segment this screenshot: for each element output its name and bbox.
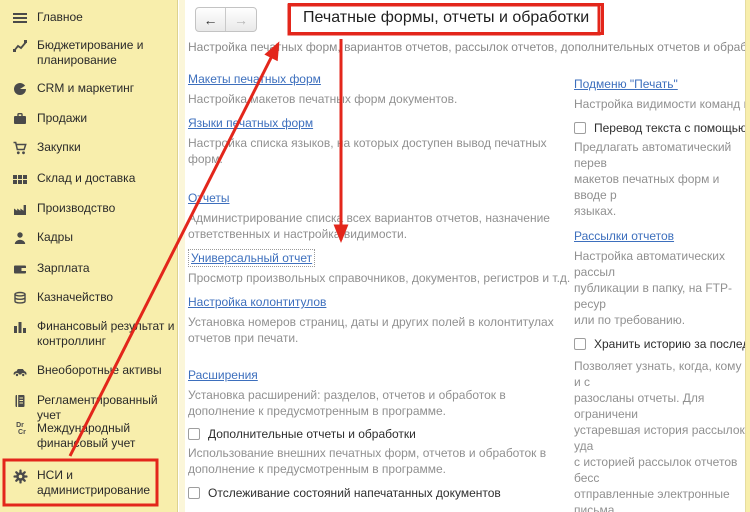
forward-icon: →: [234, 12, 248, 28]
back-icon: ←: [204, 12, 218, 28]
sidebar-item-production[interactable]: Производство: [0, 201, 178, 216]
wallet-icon: [11, 262, 29, 276]
desc-reports: Администрирование списка всех вариантов …: [188, 210, 574, 242]
sidebar-item-hr[interactable]: Кадры: [0, 230, 178, 245]
checkbox-label: Хранить историю за последние: [594, 336, 750, 352]
desc-print-submenu: Настройка видимости команд печа: [574, 96, 750, 112]
checkbox-box[interactable]: [574, 122, 586, 134]
sidebar-item-label: CRM и маркетинг: [37, 81, 134, 96]
main-content: ← → Печатные формы, отчеты и обработки Н…: [185, 0, 750, 512]
page-title: Печатные формы, отчеты и обработки: [303, 9, 589, 27]
checkbox-label: Отслеживание состояний напечатанных доку…: [208, 485, 501, 501]
bar-chart-icon: [11, 320, 29, 334]
app-window: Главное Бюджетирование и планирование CR…: [0, 0, 750, 512]
sidebar-item-label: Главное: [37, 10, 83, 25]
checkbox-label: Перевод текста с помощью: [594, 120, 747, 136]
checkbox-additional-reports[interactable]: Дополнительные отчеты и обработки: [188, 426, 574, 442]
title-highlight-box: Печатные формы, отчеты и обработки: [288, 3, 604, 35]
briefcase-icon: [11, 112, 29, 126]
link-universal-report[interactable]: Универсальный отчет: [188, 249, 315, 267]
left-column: Макеты печатных форм Настройка макетов п…: [188, 64, 574, 512]
sidebar-item-label: Продажи: [37, 111, 87, 126]
link-extensions[interactable]: Расширения: [188, 367, 258, 383]
checkbox-text-translation[interactable]: Перевод текста с помощью Я: [574, 120, 750, 136]
sidebar-item-sales[interactable]: Продажи: [0, 111, 178, 126]
drcr-icon: Dr Cr: [11, 422, 29, 436]
sidebar-item-regulated[interactable]: Регламентированный учет: [0, 393, 178, 423]
sidebar-item-label: Производство: [37, 201, 115, 216]
desc-text-translation: Предлагать автоматический перев макетов …: [574, 139, 750, 219]
sidebar-item-finresult[interactable]: Финансовый результат и контроллинг: [0, 319, 178, 349]
checkbox-box[interactable]: [574, 338, 586, 350]
sidebar-item-assets[interactable]: Внеоборотные активы: [0, 363, 178, 378]
checkbox-printed-doc-tracking[interactable]: Отслеживание состояний напечатанных доку…: [188, 485, 574, 501]
gear-icon: [11, 469, 29, 484]
link-print-form-layouts[interactable]: Макеты печатных форм: [188, 71, 321, 87]
sidebar-item-label: Финансовый результат и контроллинг: [37, 319, 174, 349]
section-sidebar: Главное Бюджетирование и планирование CR…: [0, 0, 178, 512]
menu-icon: [11, 11, 29, 25]
car-icon: [11, 364, 29, 378]
desc-keep-history: Позволяет узнать, когда, кому и с разосл…: [574, 358, 750, 512]
factory-icon: [11, 202, 29, 216]
planning-chart-icon: [11, 39, 29, 53]
warehouse-icon: [11, 172, 29, 186]
desc-universal-report: Просмотр произвольных справочников, доку…: [188, 270, 574, 286]
checkbox-box[interactable]: [188, 428, 200, 440]
settings-columns: Макеты печатных форм Настройка макетов п…: [188, 64, 750, 512]
link-print-submenu[interactable]: Подменю "Печать": [574, 76, 678, 92]
sidebar-item-label: Закупки: [37, 140, 81, 155]
back-button[interactable]: ←: [196, 8, 226, 31]
sidebar-item-warehouse[interactable]: Склад и доставка: [0, 171, 178, 186]
sidebar-item-label: Бюджетирование и планирование: [37, 38, 143, 68]
link-reports[interactable]: Отчеты: [188, 190, 229, 206]
desc-print-form-layouts: Настройка макетов печатных форм документ…: [188, 91, 574, 107]
sidebar-item-label: Внеоборотные активы: [37, 363, 162, 378]
right-edge-strip: [745, 0, 750, 512]
forward-button[interactable]: →: [226, 8, 256, 31]
desc-extensions: Установка расширений: разделов, отчетов …: [188, 387, 574, 419]
sidebar-item-crm[interactable]: CRM и маркетинг: [0, 81, 178, 96]
link-print-form-languages[interactable]: Языки печатных форм: [188, 115, 313, 131]
sidebar-item-label: Международный финансовый учет: [37, 421, 135, 451]
desc-additional-reports: Использование внешних печатных форм, отч…: [188, 445, 574, 477]
sidebar-item-budgeting[interactable]: Бюджетирование и планирование: [0, 38, 178, 68]
sidebar-item-main[interactable]: Главное: [0, 10, 178, 25]
sidebar-item-salary[interactable]: Зарплата: [0, 261, 178, 276]
sidebar-item-label: Склад и доставка: [37, 171, 135, 186]
desc-print-form-languages: Настройка списка языков, на которых дост…: [188, 135, 574, 167]
right-column: Подменю "Печать" Настройка видимости ком…: [574, 64, 750, 512]
universal-report-focus-box: Универсальный отчет: [188, 249, 574, 267]
page-subtitle: Настройка печатных форм, вариантов отчет…: [188, 40, 750, 54]
book-icon: [11, 394, 29, 408]
sidebar-item-ifrs[interactable]: Dr Cr Международный финансовый учет: [0, 421, 178, 451]
checkbox-keep-history[interactable]: Хранить историю за последние: [574, 336, 750, 352]
sidebar-item-label: НСИ и администрирование: [37, 468, 150, 498]
sidebar-item-label: Зарплата: [37, 261, 90, 276]
checkbox-label: Дополнительные отчеты и обработки: [208, 426, 416, 442]
desc-report-mailings: Настройка автоматических рассыл публикац…: [574, 248, 750, 328]
person-icon: [11, 231, 29, 245]
history-nav-group: ← →: [195, 7, 257, 32]
desc-header-footer-settings: Установка номеров страниц, даты и других…: [188, 314, 574, 346]
link-header-footer-settings[interactable]: Настройка колонтитулов: [188, 294, 326, 310]
sidebar-item-label: Казначейство: [37, 290, 113, 305]
pie-chart-icon: [11, 82, 29, 96]
checkbox-box[interactable]: [188, 487, 200, 499]
sidebar-item-label: Кадры: [37, 230, 73, 245]
coins-icon: [11, 291, 29, 305]
cart-icon: [11, 141, 29, 155]
sidebar-item-nsi-admin[interactable]: НСИ и администрирование: [0, 468, 178, 498]
link-report-mailings[interactable]: Рассылки отчетов: [574, 228, 674, 244]
sidebar-item-label: Регламентированный учет: [37, 393, 178, 423]
sidebar-item-purchases[interactable]: Закупки: [0, 140, 178, 155]
sidebar-item-treasury[interactable]: Казначейство: [0, 290, 178, 305]
